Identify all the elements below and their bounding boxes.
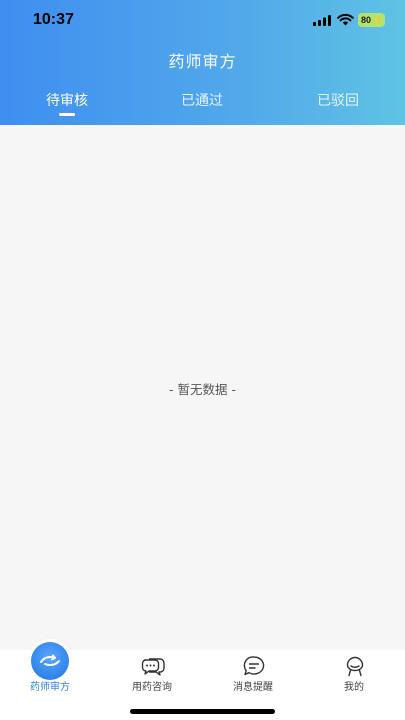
page-title: 药师审方	[168, 52, 237, 71]
tabbar-label: 我的	[344, 682, 364, 693]
battery-bolt-icon: ⚡	[372, 15, 382, 25]
wifi-icon	[337, 13, 354, 26]
header: 10:37 80 ⚡ 药师审方 待审核 已通过 已驳回	[0, 0, 405, 125]
tabbar-item-pharmacist-review[interactable]: 药师审方	[0, 642, 100, 720]
pharmacist-icon	[31, 642, 69, 680]
tabbar-label: 消息提醒	[233, 682, 273, 693]
battery-indicator: 80 ⚡	[358, 13, 385, 27]
active-tab-indicator	[59, 113, 75, 116]
status-bar: 10:37 80 ⚡	[0, 0, 405, 40]
tabbar-label: 药师审方	[30, 682, 70, 693]
empty-state-text: - 暂无数据 -	[169, 382, 236, 397]
tabbar-item-profile[interactable]: 我的	[304, 650, 404, 720]
tabbar-label: 用药咨询	[132, 682, 172, 693]
content-area: - 暂无数据 -	[0, 125, 405, 650]
status-time: 10:37	[33, 11, 74, 28]
message-icon	[243, 656, 265, 676]
user-icon	[346, 656, 364, 677]
home-indicator[interactable]	[130, 709, 275, 714]
tab-approved[interactable]: 已通过	[147, 90, 257, 110]
app-screen: 10:37 80 ⚡ 药师审方 待审核 已通过 已驳回 - 暂无数据 - 药师审…	[0, 0, 405, 720]
tab-rejected[interactable]: 已驳回	[283, 90, 393, 110]
signal-icon	[313, 15, 331, 26]
tab-pending[interactable]: 待审核	[12, 90, 122, 110]
battery-level: 80	[361, 15, 372, 25]
chat-bubbles-icon	[141, 658, 165, 676]
